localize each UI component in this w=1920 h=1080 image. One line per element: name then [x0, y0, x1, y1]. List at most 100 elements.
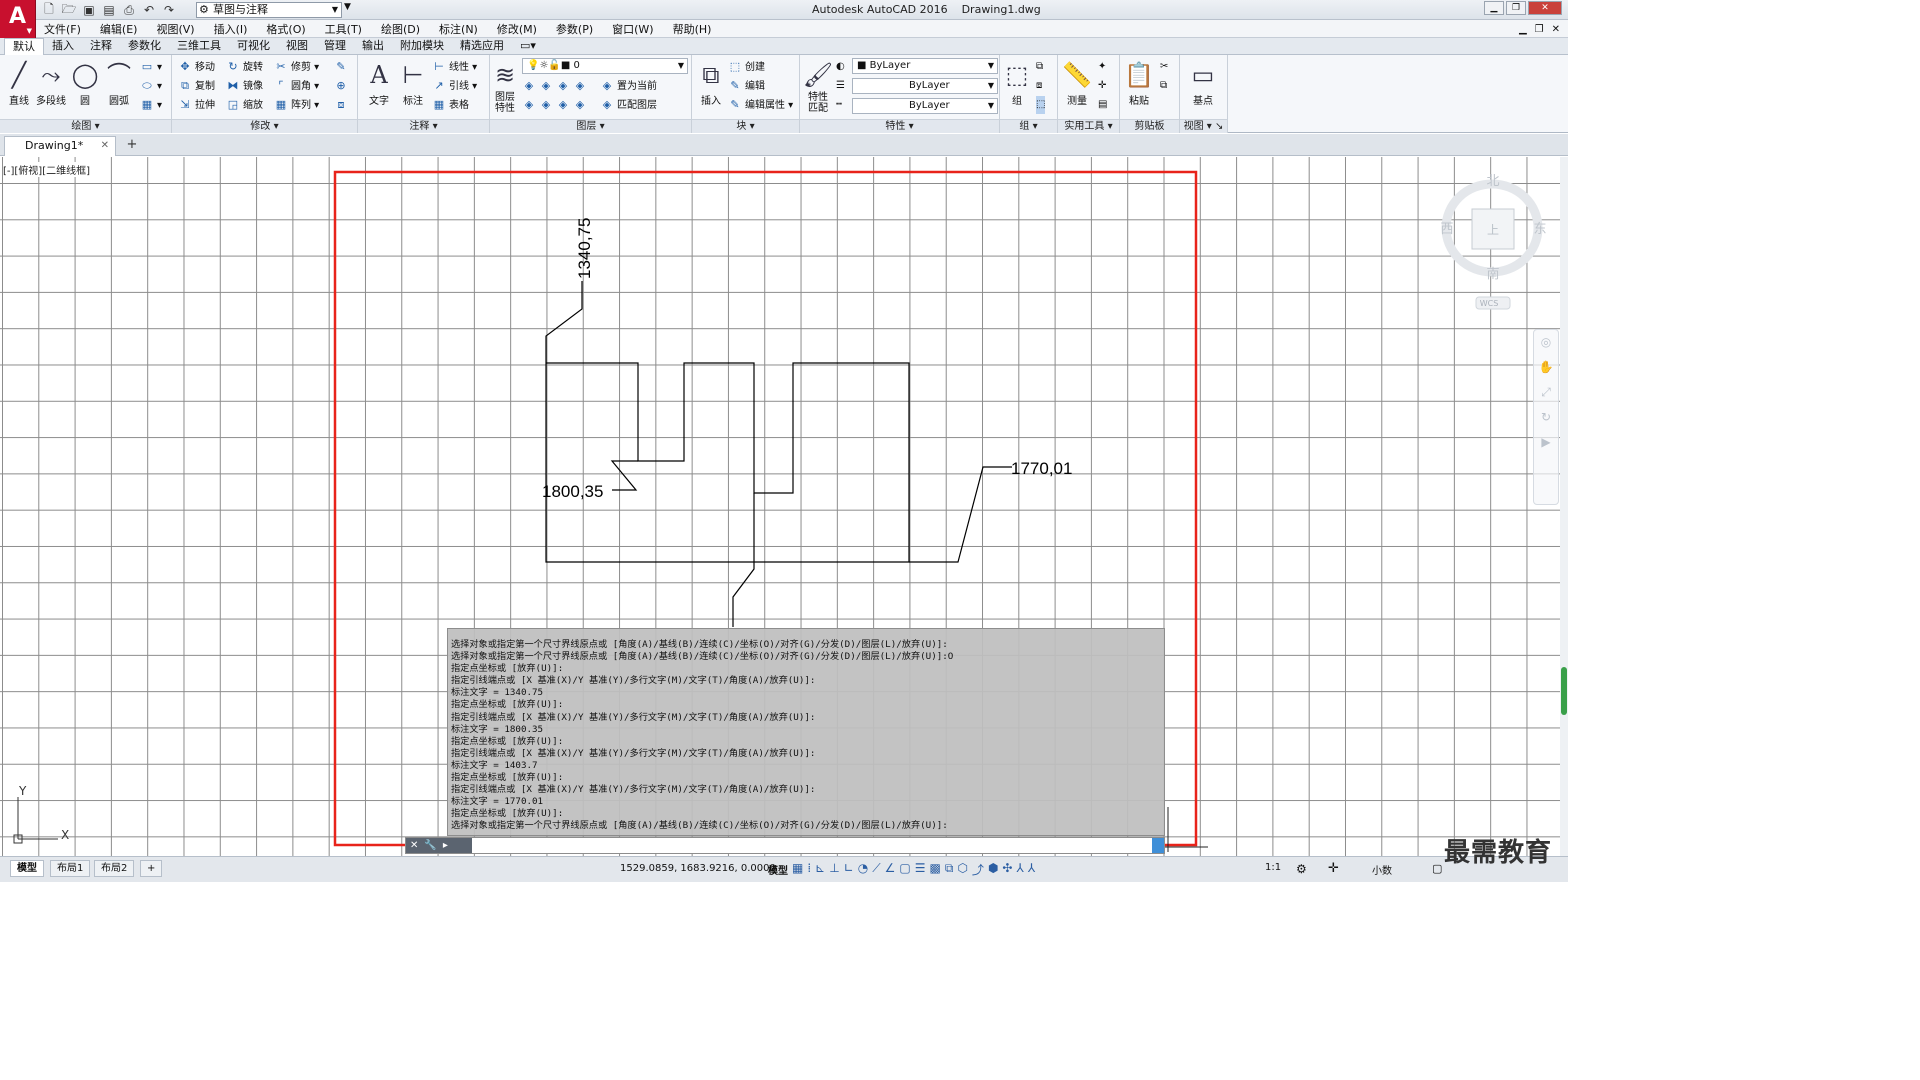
recent-commands-icon[interactable]: ▸ — [443, 840, 454, 851]
create-block-button[interactable]: ⬚ 创建 — [728, 58, 765, 76]
mirror-button[interactable]: ⧓ 镜像 — [226, 77, 264, 95]
close-icon[interactable]: ✕ — [410, 840, 424, 851]
command-input[interactable] — [478, 839, 1148, 852]
polar-icon[interactable]: ◔ — [858, 861, 868, 878]
linetype-dropdown[interactable]: ByLayer ▼ — [852, 98, 998, 114]
ortho-icon[interactable]: ∟ — [844, 861, 854, 878]
maximize-button[interactable]: ❐ — [1506, 1, 1526, 15]
color-wheel-icon[interactable]: ◐ — [836, 58, 845, 76]
auto-scale-icon[interactable]: ⅄ — [1028, 861, 1035, 878]
tab-10[interactable]: 精选应用 — [452, 38, 512, 55]
dynamic-input-icon[interactable]: ⤴ — [972, 861, 984, 878]
object-snap-icon[interactable]: ▢ — [899, 861, 910, 878]
steering-wheel-icon[interactable]: ◎ — [1534, 330, 1558, 355]
ungroup-icon[interactable]: ⧉ — [1036, 58, 1043, 76]
copy-clip-icon[interactable]: ⧉ — [1160, 77, 1167, 95]
wrench-icon[interactable]: 🔧 — [424, 840, 442, 851]
undo-icon[interactable]: ↶ — [140, 2, 158, 18]
array-button[interactable]: ▦ 阵列 ▾ — [274, 96, 319, 114]
tab-1[interactable]: 插入 — [44, 38, 82, 55]
selection-cycling-icon[interactable]: ⧉ — [945, 861, 954, 878]
layout-tab-1[interactable]: 布局1 — [50, 860, 91, 877]
menu-item-1[interactable]: 编辑(E) — [100, 21, 138, 37]
orbit-icon[interactable]: ↻ — [1534, 405, 1558, 430]
linetype-icon[interactable]: ┅ — [836, 96, 842, 114]
menu-item-0[interactable]: 文件(F) — [44, 21, 81, 37]
lineweight-toggle-icon[interactable]: ☰ — [915, 861, 926, 878]
polyline-button[interactable]: ⤳ 多段线 — [34, 58, 68, 114]
minimize-button[interactable]: ▁ — [1484, 1, 1504, 15]
model-space-toggle[interactable]: 模型 — [768, 862, 788, 877]
panel-utilities-title[interactable]: 实用工具 ▾ — [1058, 119, 1119, 133]
panel-draw-title[interactable]: 绘图 ▾ — [0, 119, 171, 133]
fillet-button[interactable]: ⌜ 圆角 ▾ — [274, 77, 319, 95]
group-edit-icon[interactable]: ⧈ — [1036, 77, 1042, 95]
tab-7[interactable]: 管理 — [316, 38, 354, 55]
annotation-monitor-icon[interactable]: ✛ — [1328, 861, 1339, 876]
zoom-extents-icon[interactable]: ⤢ — [1534, 380, 1558, 405]
infer-icon[interactable]: ⊾ — [815, 861, 825, 878]
point-icon[interactable]: ✛ — [1098, 77, 1106, 95]
tab-3[interactable]: 参数化 — [120, 38, 169, 55]
hatch-button[interactable]: ⬭ ▾ — [140, 77, 162, 95]
workspace-dropdown[interactable]: ⚙ 草图与注释 ▼ — [196, 2, 342, 18]
redo-icon[interactable]: ↷ — [160, 2, 178, 18]
panel-groups-title[interactable]: 组 ▾ — [1000, 119, 1057, 133]
new-layout-button[interactable]: + — [140, 860, 163, 877]
isolate-objects-icon[interactable]: ▢ — [1432, 862, 1442, 875]
tab-5[interactable]: 可视化 — [229, 38, 278, 55]
color-dropdown[interactable]: ■ ByLayer ▼ — [852, 58, 998, 74]
grid-icon[interactable]: ▦ — [792, 861, 803, 878]
scale-button[interactable]: ◲ 缩放 — [226, 96, 263, 114]
coordinates-readout[interactable]: 1529.0859, 1683.9216, 0.0000 — [620, 863, 776, 874]
layout-tab-2[interactable]: 布局2 — [94, 860, 135, 877]
match-layer-button[interactable]: ◈ 匹配图层 — [600, 96, 657, 114]
tab-drawing1[interactable]: Drawing1* ✕ — [4, 136, 116, 156]
measure-button[interactable]: 📏 测量 — [1060, 58, 1094, 114]
menu-item-3[interactable]: 插入(I) — [214, 21, 248, 37]
offset-button[interactable]: ⧈ — [334, 96, 351, 114]
table-button[interactable]: ▦ 表格 — [432, 96, 469, 114]
lineweight-icon[interactable]: ☰ — [836, 77, 845, 95]
group-button[interactable]: ⬚ 组 — [1002, 58, 1032, 114]
annotation-scale[interactable]: 1:1 — [1265, 862, 1281, 873]
text-button[interactable]: A 文字 — [362, 58, 396, 114]
plot-icon[interactable]: ⎙ — [120, 2, 138, 18]
explode-button[interactable]: ⊕ — [334, 77, 351, 95]
edit-block-button[interactable]: ✎ 编辑 — [728, 77, 765, 95]
showmotion-icon[interactable]: ▶ — [1534, 430, 1558, 455]
move-button[interactable]: ✥ 移动 — [178, 58, 215, 76]
base-view-button[interactable]: ▭ 基点 — [1186, 58, 1220, 114]
menu-item-6[interactable]: 绘图(D) — [381, 21, 420, 37]
quick-select-icon[interactable]: ✦ — [1098, 58, 1106, 76]
viewcube-east[interactable]: 东 — [1533, 222, 1546, 237]
cut-icon[interactable]: ✂ — [1160, 58, 1168, 76]
layer-properties-button[interactable]: ≋ 图层 特性 — [490, 58, 520, 114]
menu-item-2[interactable]: 视图(V) — [156, 21, 194, 37]
layer-tools-row1[interactable]: ◈ ◈ ◈ ◈ — [522, 77, 590, 95]
qat-customize-icon[interactable]: ▼ — [344, 2, 351, 12]
linear-dim-button[interactable]: ⊢ 线性 ▾ — [432, 58, 477, 76]
menu-item-11[interactable]: 帮助(H) — [673, 21, 712, 37]
tab-2[interactable]: 注释 — [82, 38, 120, 55]
dimension-button[interactable]: ⊢ 标注 — [396, 58, 430, 114]
line-button[interactable]: ╱ 直线 — [2, 58, 36, 114]
panel-modify-title[interactable]: 修改 ▾ — [172, 119, 357, 133]
menu-item-4[interactable]: 格式(O) — [266, 21, 305, 37]
gizmo-icon[interactable]: ✣ — [1002, 861, 1012, 878]
copy-button[interactable]: ⧉ 复制 — [178, 77, 215, 95]
trim-button[interactable]: ✂ 修剪 ▾ — [274, 58, 319, 76]
arc-button[interactable]: ⌒ 圆弧 — [102, 58, 136, 114]
panel-block-title[interactable]: 块 ▾ — [692, 119, 799, 133]
doc-close-button[interactable]: ✕ — [1552, 24, 1560, 35]
transparency-icon[interactable]: ▩ — [930, 861, 941, 878]
panel-annotation-title[interactable]: 注释 ▾ — [358, 119, 489, 133]
save-icon[interactable]: ▣ — [80, 2, 98, 18]
layer-dropdown[interactable]: 💡☼🔓■ 0 ▼ — [522, 58, 688, 74]
menu-item-5[interactable]: 工具(T) — [325, 21, 362, 37]
3d-osnap-icon[interactable]: ⬡ — [957, 861, 967, 878]
calculator-icon[interactable]: ▤ — [1098, 96, 1107, 114]
paste-button[interactable]: 📋 粘贴 — [1122, 58, 1156, 114]
pan-icon[interactable]: ✋ — [1534, 355, 1558, 380]
erase-button[interactable]: ✎ — [334, 58, 351, 76]
